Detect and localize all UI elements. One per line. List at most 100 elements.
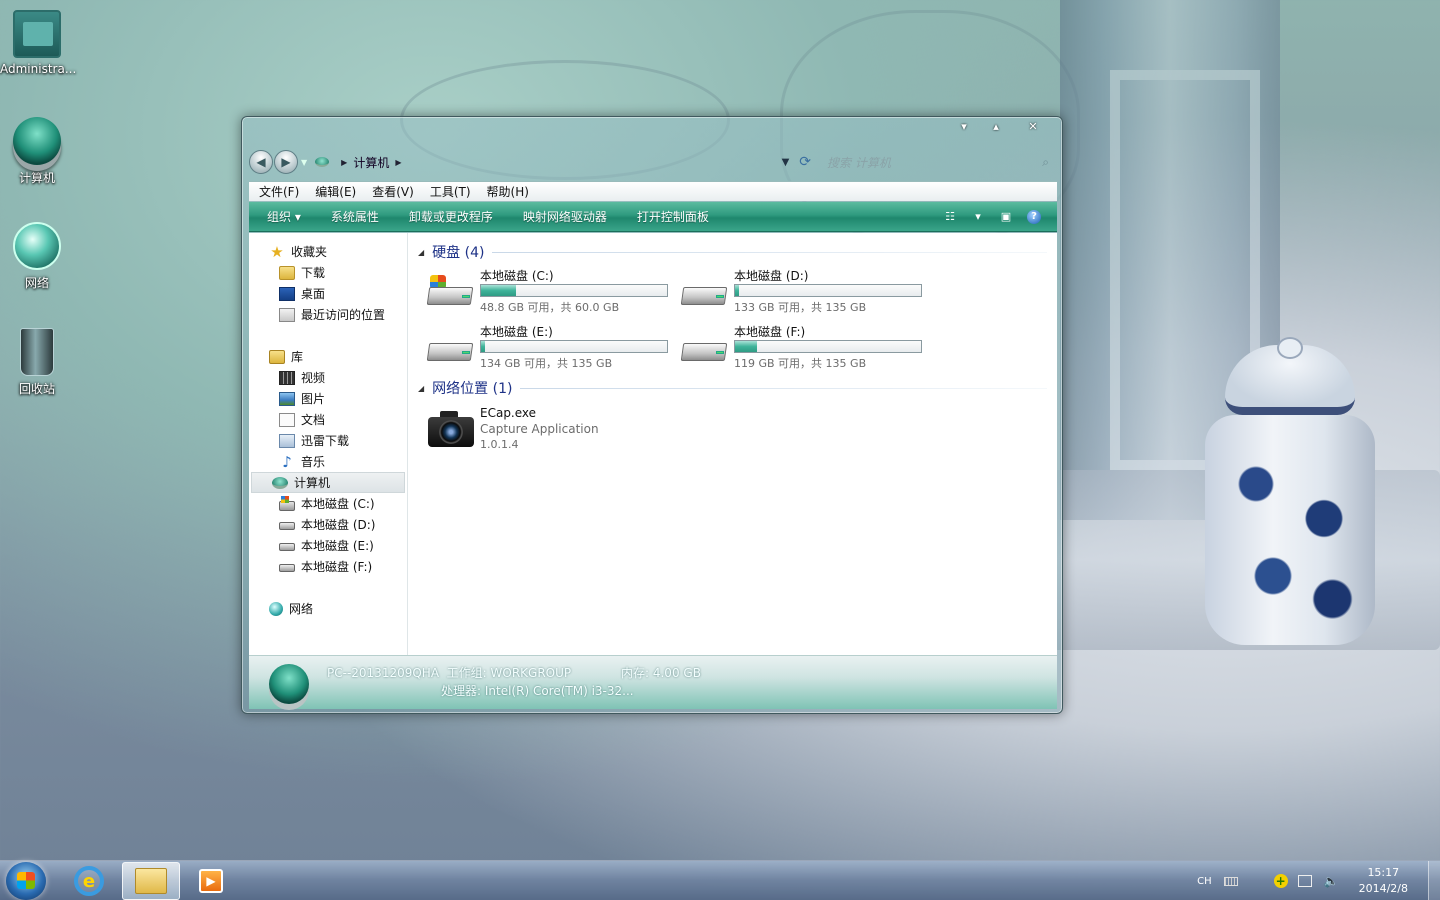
show-desktop-button[interactable]: [1428, 861, 1440, 900]
explorer-window[interactable]: ▾ ▴ ✕ ◀ ▶ ▼ ▶ 计算机 ▶ ▼ ⟳ 搜索 计算机 ⌕ 文件(F) 编…: [241, 116, 1063, 714]
forward-button[interactable]: ▶: [274, 150, 298, 174]
help-icon[interactable]: ?: [1027, 209, 1041, 224]
group-header-hard-disks[interactable]: ◢ 硬盘 (4): [418, 241, 1057, 263]
breadcrumb-current[interactable]: 计算机: [353, 154, 389, 171]
collapse-triangle-icon[interactable]: ◢: [418, 248, 424, 257]
chevron-right-icon[interactable]: ▶: [341, 158, 347, 167]
nav-desktop[interactable]: 桌面: [249, 283, 407, 304]
minimize-button[interactable]: ▾: [948, 118, 980, 134]
view-controls: ☷ ▾ ▣ ?: [943, 209, 1041, 224]
preview-pane-icon[interactable]: ▣: [999, 210, 1013, 224]
nav-downloads[interactable]: 下载: [249, 262, 407, 283]
drive-tile[interactable]: 本地磁盘 (F:) 119 GB 可用，共 135 GB: [680, 321, 934, 374]
group-divider: [520, 387, 1047, 389]
desktop-icon-computer[interactable]: 计算机: [0, 117, 74, 186]
menu-file[interactable]: 文件(F): [259, 183, 299, 200]
details-text: PC--20131209QHA 工作组: WORKGROUP 处理器: Inte…: [327, 664, 634, 700]
nav-drive-e[interactable]: 本地磁盘 (E:): [249, 535, 407, 556]
computer-icon: [315, 157, 330, 167]
keyboard-icon[interactable]: [1223, 876, 1238, 886]
video-icon: [279, 370, 295, 385]
nav-recent-places[interactable]: 最近访问的位置: [249, 304, 407, 325]
address-dropdown-button[interactable]: ▼: [782, 157, 790, 168]
camera-icon: [426, 409, 476, 451]
caption-buttons: ▾ ▴ ✕: [948, 118, 1054, 134]
search-icon[interactable]: ⌕: [1042, 155, 1049, 170]
nav-thunder-downloads[interactable]: 迅雷下载: [249, 430, 407, 451]
desktop-icon-administrator[interactable]: Administra...: [0, 10, 77, 76]
nav-drive-c[interactable]: 本地磁盘 (C:): [249, 493, 407, 514]
network-status-icon[interactable]: [1297, 875, 1312, 887]
system-drive-icon: [279, 495, 295, 511]
back-button[interactable]: ◀: [249, 150, 273, 174]
chevron-right-icon[interactable]: ▶: [395, 158, 401, 167]
search-input[interactable]: 搜索 计算机 ⌕: [819, 151, 1057, 173]
language-indicator[interactable]: CH: [1197, 876, 1212, 887]
folder-icon: [135, 868, 167, 894]
drive-free-space: 134 GB 可用，共 135 GB: [480, 357, 613, 370]
menu-view[interactable]: 查看(V): [372, 183, 414, 200]
drive-info: 本地磁盘 (E:) 134 GB 可用，共 135 GB: [480, 321, 668, 374]
breadcrumb[interactable]: ▶ 计算机 ▶: [311, 150, 781, 174]
drive-info: 本地磁盘 (D:) 133 GB 可用，共 135 GB: [734, 265, 922, 318]
drive-usage-fill: [481, 285, 517, 296]
nav-drive-d[interactable]: 本地磁盘 (D:): [249, 514, 407, 535]
taskbar-media-player[interactable]: ▶: [182, 862, 240, 900]
desktop-icon-label: Administra...: [0, 62, 77, 76]
desktop-icon-recycle-bin[interactable]: 回收站: [0, 328, 74, 397]
drive-usage-bar: [480, 340, 668, 353]
drive-tile[interactable]: 本地磁盘 (D:) 133 GB 可用，共 135 GB: [680, 265, 934, 318]
nav-libraries[interactable]: 库: [249, 346, 407, 367]
drive-tile[interactable]: 本地磁盘 (C:) 48.8 GB 可用，共 60.0 GB: [426, 265, 680, 318]
taskbar-internet-explorer[interactable]: e: [60, 862, 118, 900]
nav-label: 本地磁盘 (F:): [301, 560, 373, 574]
collapse-triangle-icon[interactable]: ◢: [418, 384, 424, 393]
nav-pictures[interactable]: 图片: [249, 388, 407, 409]
map-network-drive-button[interactable]: 映射网络驱动器: [523, 208, 607, 225]
desktop-icon-network[interactable]: 网络: [0, 222, 74, 291]
group-header-network-locations[interactable]: ◢ 网络位置 (1): [418, 377, 1057, 399]
chevron-down-icon[interactable]: ▾: [971, 210, 985, 224]
menu-help[interactable]: 帮助(H): [487, 183, 529, 200]
open-control-panel-button[interactable]: 打开控制面板: [637, 208, 709, 225]
nav-music[interactable]: ♪ 音乐: [249, 451, 407, 472]
nav-documents[interactable]: 文档: [249, 409, 407, 430]
drive-tile[interactable]: 本地磁盘 (E:) 134 GB 可用，共 135 GB: [426, 321, 680, 374]
taskbar-explorer[interactable]: [122, 862, 180, 900]
clock-date: 2014/2/8: [1358, 882, 1408, 895]
drive-name: 本地磁盘 (C:): [480, 269, 554, 283]
start-button[interactable]: [6, 862, 46, 900]
clock[interactable]: 15:17 2014/2/8: [1359, 865, 1408, 897]
nav-drive-f[interactable]: 本地磁盘 (F:): [249, 556, 407, 577]
nav-favorites[interactable]: ★ 收藏夹: [249, 241, 407, 262]
system-properties-button[interactable]: 系统属性: [331, 208, 379, 225]
menu-edit[interactable]: 编辑(E): [315, 183, 356, 200]
forward-arrow-icon: ▶: [281, 155, 291, 169]
drive-name: 本地磁盘 (F:): [734, 325, 806, 339]
uninstall-program-button[interactable]: 卸载或更改程序: [409, 208, 493, 225]
nav-label: 网络: [289, 602, 314, 616]
drive-info: 本地磁盘 (F:) 119 GB 可用，共 135 GB: [734, 321, 922, 374]
add-icon[interactable]: +: [1273, 874, 1288, 888]
hard-drive-icon: [279, 522, 295, 530]
nav-computer[interactable]: 计算机: [251, 472, 405, 493]
network-item-ecap[interactable]: ECap.exe Capture Application 1.0.1.4: [426, 405, 1057, 453]
nav-videos[interactable]: 视频: [249, 367, 407, 388]
organize-button[interactable]: 组织 ▾: [267, 208, 301, 225]
menu-tools[interactable]: 工具(T): [430, 183, 471, 200]
details-pane: PC--20131209QHA 工作组: WORKGROUP 处理器: Inte…: [249, 655, 1057, 709]
refresh-icon[interactable]: ⟳: [799, 154, 811, 170]
close-button[interactable]: ✕: [1012, 118, 1054, 134]
star-icon: ★: [270, 242, 284, 261]
nav-label: 视频: [301, 371, 326, 385]
volume-icon[interactable]: 🔈: [1324, 874, 1339, 888]
navigation-pane[interactable]: ★ 收藏夹 下载 桌面 最近访问的位置 库 视频 图片 文档 迅雷下载 ♪ 音乐…: [249, 233, 408, 655]
drive-usage-bar: [480, 284, 668, 297]
workgroup: 工作组: WORKGROUP: [446, 666, 572, 680]
search-placeholder: 搜索 计算机: [827, 155, 891, 170]
recent-pages-dropdown[interactable]: ▼: [301, 158, 307, 167]
nav-network[interactable]: 网络: [249, 598, 407, 619]
view-options-icon[interactable]: ☷: [943, 210, 957, 224]
maximize-button[interactable]: ▴: [980, 118, 1012, 134]
hard-drive-icon: [279, 564, 295, 572]
